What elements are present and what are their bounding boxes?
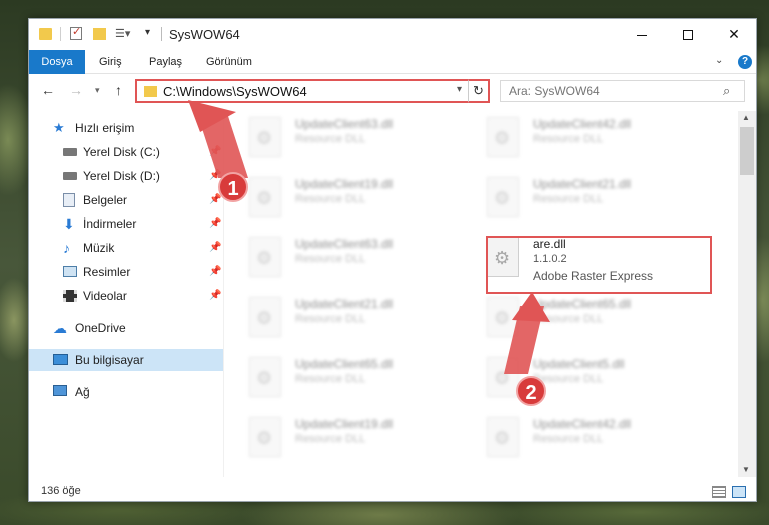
step-2-badge: 2 (516, 376, 546, 406)
annotation-arrows (188, 100, 550, 374)
arrow-2-head (512, 292, 550, 322)
step-1-badge: 1 (218, 172, 248, 202)
